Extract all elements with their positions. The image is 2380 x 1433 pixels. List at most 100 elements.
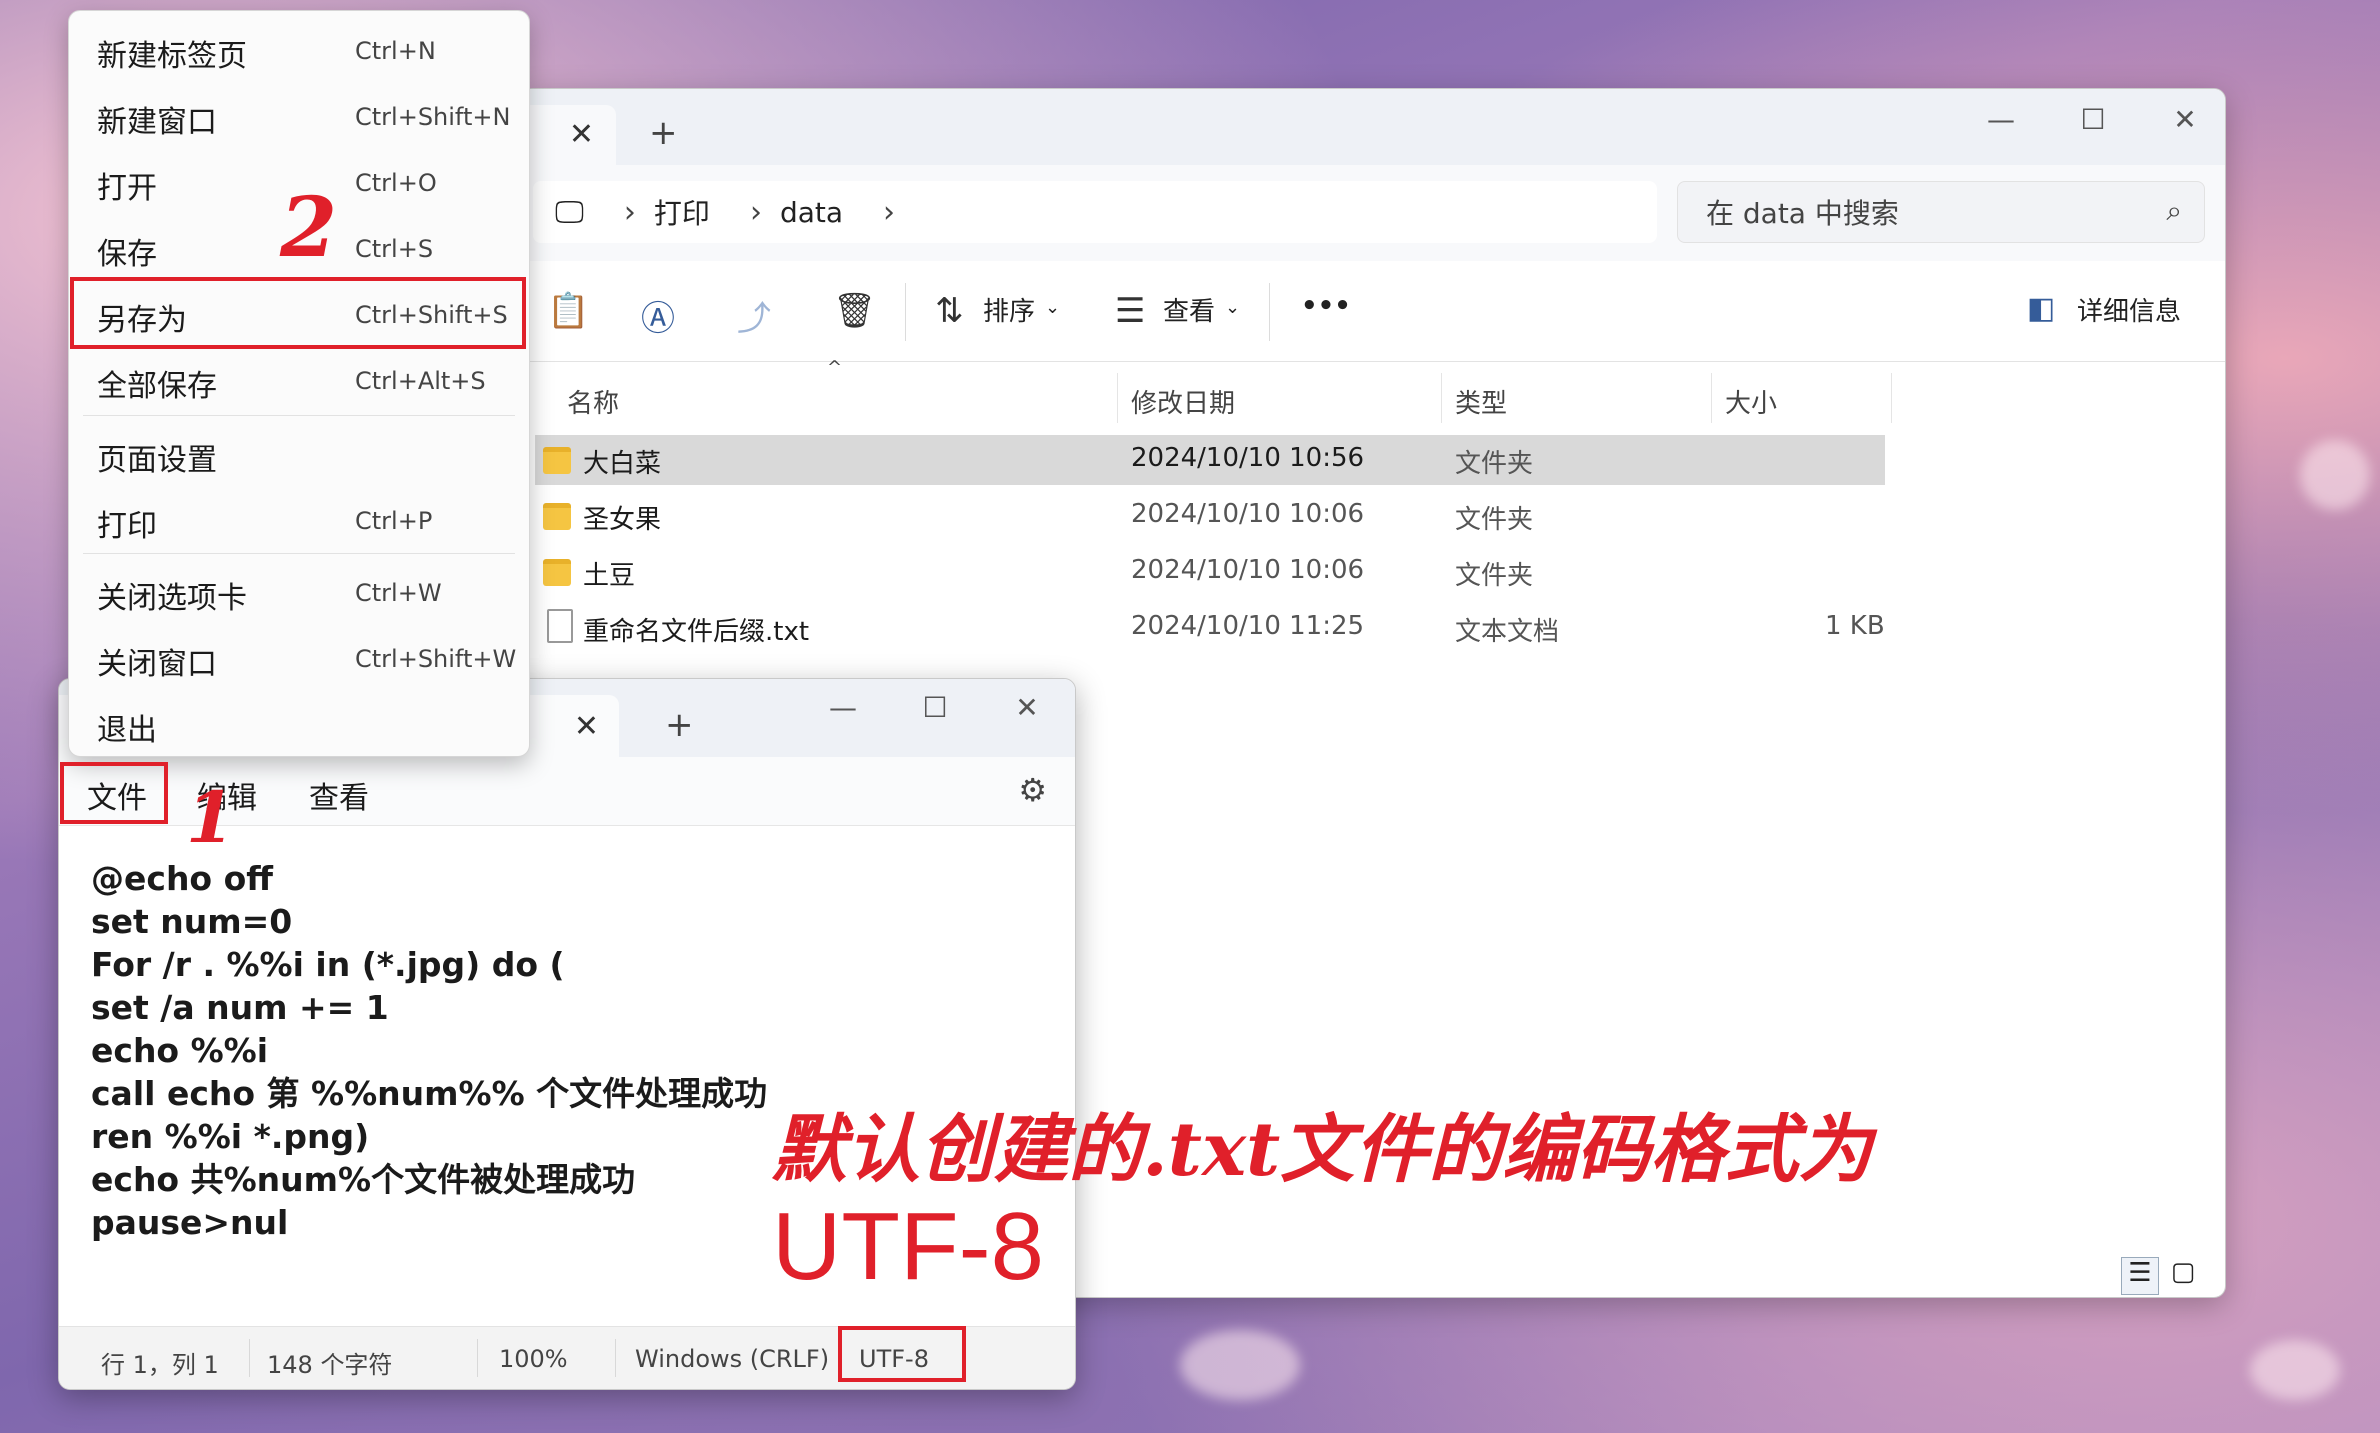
close-window-icon[interactable]: ✕ (1007, 691, 1047, 724)
breadcrumb-item[interactable]: 打印 (654, 192, 710, 232)
column-divider[interactable] (1117, 373, 1118, 423)
menu-item-shortcut: Ctrl+P (355, 507, 433, 535)
explorer-toolbar: 📋 Ⓐ ⤴ 🗑 ⇅ 排序 ⌄ ☰ 查看 ⌄ ••• ◧ 详细信息 (521, 261, 2225, 362)
search-input[interactable]: 在 data 中搜索 ⌕ (1677, 181, 2205, 243)
view-toggle: ☰ ▢ (2115, 1257, 2201, 1295)
editor-text-area[interactable]: @echo off set num=0 For /r . %%i in (*.j… (91, 857, 767, 1244)
view-button[interactable]: 查看 (1163, 291, 1215, 328)
details-button[interactable]: 详细信息 (2077, 291, 2181, 328)
code-line: pause>nul (91, 1203, 289, 1242)
close-window-icon[interactable]: ✕ (2165, 103, 2205, 136)
file-type: 文件夹 (1455, 449, 1534, 479)
background-glow (2300, 440, 2370, 510)
file-name: 圣女果 (583, 505, 662, 535)
file-modified: 2024/10/10 10:06 (1131, 499, 1365, 529)
sort-icon[interactable]: ⇅ (935, 291, 964, 331)
chevron-right-icon[interactable]: › (624, 195, 636, 230)
rename-icon[interactable]: Ⓐ (641, 291, 675, 340)
column-header-name[interactable]: 名称 (567, 383, 619, 420)
file-name: 重命名文件后缀.txt (583, 617, 810, 647)
menu-item-new-tab[interactable]: 新建标签页 Ctrl+N (69, 19, 529, 79)
background-glow (1180, 1330, 1300, 1400)
file-row[interactable]: 土豆 2024/10/10 10:06 文件夹 (535, 547, 1885, 597)
menu-item-shortcut: Ctrl+Shift+N (355, 103, 511, 131)
menu-item-print[interactable]: 打印 Ctrl+P (69, 489, 529, 549)
menu-item-label: 关闭选项卡 (97, 581, 247, 616)
menu-item-shortcut: Ctrl+S (355, 235, 434, 263)
menu-item-save-all[interactable]: 全部保存 Ctrl+Alt+S (69, 349, 529, 409)
menu-item-label: 页面设置 (97, 443, 217, 478)
menu-item-new-window[interactable]: 新建窗口 Ctrl+Shift+N (69, 85, 529, 145)
char-count: 148 个字符 (267, 1351, 393, 1379)
code-line: For /r . %%i in (*.jpg) do ( (91, 945, 565, 984)
new-tab-icon[interactable]: + (665, 705, 694, 745)
file-type: 文本文档 (1455, 617, 1560, 647)
search-placeholder: 在 data 中搜索 (1706, 197, 1899, 230)
delete-icon[interactable]: 🗑 (833, 291, 876, 331)
column-divider[interactable] (1441, 373, 1442, 423)
file-row[interactable]: 圣女果 2024/10/10 10:06 文件夹 (535, 491, 1885, 541)
explorer-tab[interactable]: ✕ (521, 105, 616, 165)
this-pc-icon[interactable]: 🖵 (555, 195, 584, 230)
close-tab-icon[interactable]: ✕ (574, 709, 599, 744)
address-bar[interactable]: 🖵 › 打印 › data › (533, 181, 1657, 243)
tiles-view-icon[interactable]: ▢ (2165, 1257, 2201, 1293)
highlight-save-as (70, 277, 526, 349)
menu-item-close-window[interactable]: 关闭窗口 Ctrl+Shift+W (69, 627, 529, 687)
menu-item-label: 退出 (97, 713, 157, 748)
menu-item-exit[interactable]: 退出 (69, 693, 529, 753)
close-tab-icon[interactable]: ✕ (569, 117, 594, 152)
share-icon[interactable]: ⤴ (737, 291, 771, 340)
file-name: 大白菜 (583, 449, 662, 479)
step-2-marker: 2 (280, 180, 338, 276)
file-name: 土豆 (583, 561, 636, 591)
status-divider (477, 1339, 478, 1377)
maximize-icon[interactable]: ☐ (915, 691, 955, 724)
menu-item-shortcut: Ctrl+W (355, 579, 442, 607)
maximize-icon[interactable]: ☐ (2073, 103, 2113, 136)
menu-item-label: 新建标签页 (97, 39, 247, 74)
file-size: 1 KB (1825, 611, 1885, 641)
file-row[interactable]: 重命名文件后缀.txt 2024/10/10 11:25 文本文档 1 KB (535, 603, 1885, 653)
breadcrumb-item[interactable]: data (780, 196, 843, 229)
cursor-position: 行 1，列 1 (101, 1351, 219, 1379)
menu-item-page-setup[interactable]: 页面设置 (69, 423, 529, 483)
menu-separator (83, 553, 515, 554)
paste-icon[interactable]: 📋 (547, 291, 589, 331)
new-tab-icon[interactable]: + (649, 113, 678, 153)
menu-item-label: 关闭窗口 (97, 647, 217, 682)
file-type: 文件夹 (1455, 561, 1534, 591)
highlight-encoding (838, 1326, 966, 1382)
zoom-level[interactable]: 100% (499, 1345, 568, 1373)
menu-item-shortcut: Ctrl+Alt+S (355, 367, 486, 395)
folder-icon (543, 447, 571, 474)
chevron-right-icon[interactable]: › (750, 195, 762, 230)
column-divider[interactable] (1711, 373, 1712, 423)
chevron-down-icon[interactable]: ⌄ (1225, 297, 1240, 318)
sort-arrow-icon: ^ (827, 357, 843, 378)
code-line: ren %%i *.png) (91, 1117, 370, 1156)
details-pane-icon[interactable]: ◧ (2027, 291, 2055, 326)
column-header-modified[interactable]: 修改日期 (1131, 383, 1235, 420)
sort-button[interactable]: 排序 (983, 291, 1035, 328)
column-header-size[interactable]: 大小 (1725, 383, 1777, 420)
column-divider[interactable] (1891, 373, 1892, 423)
chevron-right-icon[interactable]: › (883, 195, 895, 230)
more-options-button[interactable]: ••• (1301, 291, 1351, 321)
annotation-encoding: UTF-8 (772, 1193, 1044, 1300)
search-icon[interactable]: ⌕ (2166, 194, 2182, 228)
view-icon[interactable]: ☰ (1115, 291, 1145, 331)
minimize-icon[interactable]: — (823, 691, 863, 724)
menu-separator (83, 415, 515, 416)
details-view-icon[interactable]: ☰ (2121, 1257, 2159, 1295)
file-row[interactable]: 大白菜 2024/10/10 10:56 文件夹 (535, 435, 1885, 485)
gear-icon[interactable]: ⚙ (1018, 771, 1047, 809)
menu-view[interactable]: 查看 (309, 773, 369, 817)
menu-item-shortcut: Ctrl+Shift+W (355, 645, 517, 673)
minimize-icon[interactable]: — (1981, 103, 2021, 136)
menu-item-label: 全部保存 (97, 369, 217, 404)
chevron-down-icon[interactable]: ⌄ (1045, 297, 1060, 318)
column-header-type[interactable]: 类型 (1455, 383, 1507, 420)
menu-item-close-tab[interactable]: 关闭选项卡 Ctrl+W (69, 561, 529, 621)
line-ending[interactable]: Windows (CRLF) (635, 1345, 829, 1373)
